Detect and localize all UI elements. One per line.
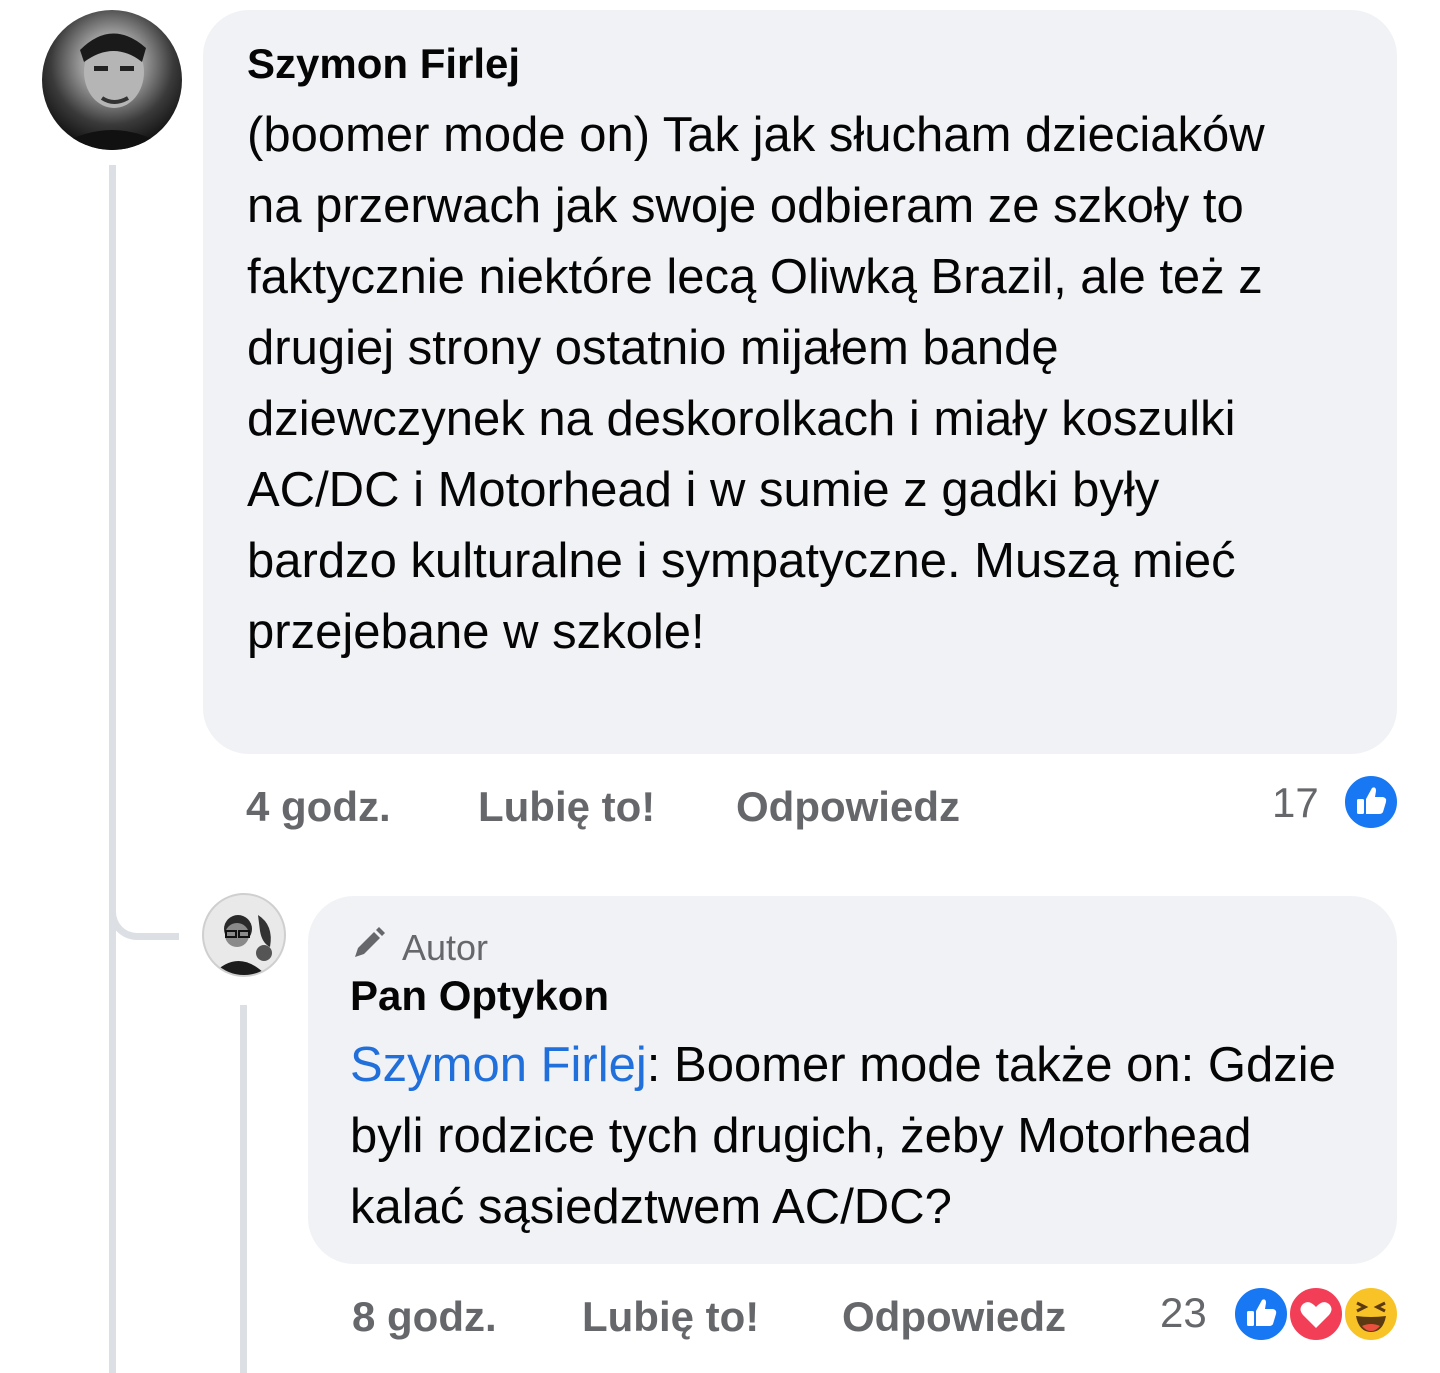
author-badge-label: Autor [402, 927, 489, 968]
reaction-count[interactable]: 23 [1160, 1288, 1207, 1338]
like-button[interactable]: Lubię to! [478, 782, 655, 832]
reply-button[interactable]: Odpowiedz [842, 1292, 1066, 1342]
haha-icon [1342, 1285, 1400, 1343]
reply-actions: 8 godz. Lubię to! Odpowiedz [0, 1292, 1440, 1342]
reply-text-container: Szymon Firlej: Boomer mode także on: Gdz… [350, 1030, 1360, 1243]
avatar[interactable] [202, 893, 286, 977]
like-icon [1342, 773, 1400, 831]
mention-link[interactable]: Szymon Firlej [350, 1038, 647, 1092]
like-icon [1232, 1285, 1290, 1343]
comment-actions: 4 godz. Lubię to! Odpowiedz [0, 782, 1440, 832]
thread-line-main [109, 165, 116, 1373]
author-badge: Autor [350, 922, 1367, 968]
avatar[interactable] [42, 10, 182, 150]
reply-timestamp[interactable]: 8 godz. [352, 1292, 497, 1342]
love-icon [1287, 1285, 1345, 1343]
comment-timestamp[interactable]: 4 godz. [246, 782, 391, 832]
pencil-icon [350, 926, 386, 962]
comment-author-name[interactable]: Szymon Firlej [247, 40, 1357, 88]
reaction-count[interactable]: 17 [1272, 778, 1319, 828]
reply-bubble: Autor Pan Optykon Szymon Firlej: Boomer … [308, 896, 1397, 1264]
like-button[interactable]: Lubię to! [582, 1292, 759, 1342]
reply-author-name[interactable]: Pan Optykon [350, 972, 1367, 1020]
reply-button[interactable]: Odpowiedz [736, 782, 960, 832]
comment-bubble: Szymon Firlej (boomer mode on) Tak jak s… [203, 10, 1397, 754]
comment-text: (boomer mode on) Tak jak słucham dziecia… [247, 108, 1265, 659]
thread-connector [109, 880, 179, 940]
